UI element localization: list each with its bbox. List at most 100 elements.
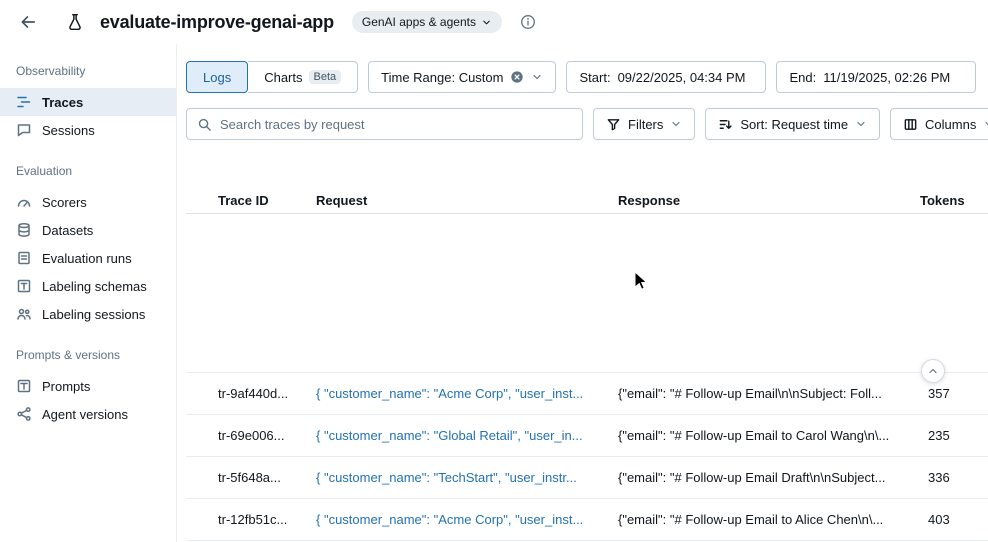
sidebar-item-label: Traces <box>42 95 83 110</box>
sidebar-item-sessions[interactable]: Sessions <box>0 116 176 144</box>
sidebar: Observability Traces Sessions Evaluation… <box>0 44 177 542</box>
filters-button[interactable]: Filters <box>593 108 695 140</box>
filters-label: Filters <box>628 117 663 132</box>
request-cell[interactable]: { "customer_name": "Acme Corp", "user_in… <box>316 386 618 401</box>
start-value: 09/22/2025, 04:34 PM <box>618 70 746 85</box>
sidebar-item-label: Prompts <box>42 379 90 394</box>
sidebar-item-label: Labeling schemas <box>42 279 147 294</box>
sort-icon <box>718 117 733 132</box>
scorers-icon <box>16 194 32 210</box>
request-cell[interactable]: { "customer_name": "TechStart", "user_in… <box>316 470 618 485</box>
tokens-cell: 336 <box>920 470 988 485</box>
chevron-down-icon <box>670 118 682 130</box>
trace-id-cell[interactable]: tr-5f648a... <box>218 470 316 485</box>
start-date-field[interactable]: Start: 09/22/2025, 04:34 PM <box>566 61 766 93</box>
sort-button[interactable]: Sort: Request time <box>705 108 880 140</box>
sidebar-item-labeling-sessions[interactable]: Labeling sessions <box>0 300 176 328</box>
traces-table: Trace ID Request Response Tokens tr-9af4… <box>186 188 988 541</box>
filter-icon <box>606 117 621 132</box>
evaluation-runs-icon <box>16 250 32 266</box>
main-content: Logs Charts Beta Time Range: Custom Star… <box>177 44 988 542</box>
sidebar-item-evaluation-runs[interactable]: Evaluation runs <box>0 244 176 272</box>
end-label: End: <box>789 70 816 85</box>
search-box[interactable] <box>186 108 583 140</box>
tokens-cell: 403 <box>920 512 988 527</box>
search-input[interactable] <box>220 117 572 132</box>
col-header-response[interactable]: Response <box>618 193 920 208</box>
end-value: 11/19/2025, 02:26 PM <box>823 70 950 85</box>
view-tabs: Logs Charts Beta <box>186 61 358 93</box>
sidebar-item-label: Labeling sessions <box>42 307 145 322</box>
table-header-row: Trace ID Request Response Tokens <box>186 188 988 214</box>
columns-label: Columns <box>925 117 976 132</box>
search-icon <box>197 117 212 132</box>
table-row[interactable]: tr-12fb51c... { "customer_name": "Acme C… <box>186 499 988 541</box>
table-row[interactable]: tr-9af440d... { "customer_name": "Acme C… <box>186 373 988 415</box>
col-header-trace-id[interactable]: Trace ID <box>218 193 316 208</box>
sidebar-item-label: Sessions <box>42 123 95 138</box>
traces-icon <box>16 94 32 110</box>
chevron-down-icon <box>855 118 867 130</box>
sidebar-item-datasets[interactable]: Datasets <box>0 216 176 244</box>
clear-time-range-icon[interactable] <box>510 70 524 84</box>
columns-button[interactable]: Columns <box>890 108 988 140</box>
labeling-schemas-icon <box>16 278 32 294</box>
time-range-chip[interactable]: Time Range: Custom <box>368 61 556 93</box>
sessions-icon <box>16 122 32 138</box>
response-cell: {"email": "# Follow-up Email\n\nSubject:… <box>618 386 920 401</box>
labeling-sessions-icon <box>16 306 32 322</box>
experiment-icon <box>66 13 84 31</box>
prompts-icon <box>16 378 32 394</box>
table-empty-space <box>186 214 988 373</box>
col-header-request[interactable]: Request <box>316 193 618 208</box>
page-title: evaluate-improve-genai-app <box>100 12 334 33</box>
sidebar-item-label: Evaluation runs <box>42 251 132 266</box>
chevron-down-icon <box>983 118 988 130</box>
scroll-top-button[interactable] <box>921 359 945 383</box>
table-row[interactable]: tr-5f648a... { "customer_name": "TechSta… <box>186 457 988 499</box>
end-date-field[interactable]: End: 11/19/2025, 02:26 PM <box>776 61 976 93</box>
topbar: evaluate-improve-genai-app GenAI apps & … <box>0 0 988 44</box>
tab-logs[interactable]: Logs <box>186 61 248 93</box>
columns-icon <box>903 117 918 132</box>
sidebar-item-scorers[interactable]: Scorers <box>0 188 176 216</box>
col-header-tokens[interactable]: Tokens <box>920 193 988 208</box>
start-label: Start: <box>579 70 610 85</box>
table-row[interactable]: tr-69e006... { "customer_name": "Global … <box>186 415 988 457</box>
tab-charts[interactable]: Charts Beta <box>248 61 358 93</box>
sidebar-item-label: Scorers <box>42 195 87 210</box>
genai-apps-dropdown[interactable]: GenAI apps & agents <box>352 11 502 33</box>
toolbar-row-1: Logs Charts Beta Time Range: Custom Star… <box>186 61 988 93</box>
response-cell: {"email": "# Follow-up Email to Carol Wa… <box>618 428 920 443</box>
section-observability: Observability <box>0 44 176 88</box>
request-cell[interactable]: { "customer_name": "Global Retail", "use… <box>316 428 618 443</box>
sidebar-item-label: Agent versions <box>42 407 128 422</box>
sidebar-item-prompts[interactable]: Prompts <box>0 372 176 400</box>
chevron-down-icon <box>481 17 492 28</box>
info-icon[interactable] <box>520 14 536 30</box>
tokens-cell: 357 <box>920 386 988 401</box>
sidebar-item-labeling-schemas[interactable]: Labeling schemas <box>0 272 176 300</box>
genai-apps-label: GenAI apps & agents <box>362 15 476 29</box>
chevron-up-icon <box>927 365 939 377</box>
response-cell: {"email": "# Follow-up Email Draft\n\nSu… <box>618 470 920 485</box>
datasets-icon <box>16 222 32 238</box>
beta-badge: Beta <box>309 70 342 84</box>
trace-id-cell[interactable]: tr-9af440d... <box>218 386 316 401</box>
time-range-label: Time Range: Custom <box>381 70 503 85</box>
tokens-cell: 235 <box>920 428 988 443</box>
back-button[interactable] <box>14 8 42 36</box>
chevron-down-icon <box>531 71 543 83</box>
response-cell: {"email": "# Follow-up Email to Alice Ch… <box>618 512 920 527</box>
sidebar-item-agent-versions[interactable]: Agent versions <box>0 400 176 428</box>
request-cell[interactable]: { "customer_name": "Acme Corp", "user_in… <box>316 512 618 527</box>
section-prompts-versions: Prompts & versions <box>0 328 176 372</box>
toolbar-row-2: Filters Sort: Request time Columns <box>186 108 988 140</box>
sidebar-item-label: Datasets <box>42 223 93 238</box>
agent-versions-icon <box>16 406 32 422</box>
trace-id-cell[interactable]: tr-69e006... <box>218 428 316 443</box>
sort-label: Sort: Request time <box>740 117 848 132</box>
tab-logs-label: Logs <box>203 70 231 85</box>
sidebar-item-traces[interactable]: Traces <box>0 88 176 116</box>
trace-id-cell[interactable]: tr-12fb51c... <box>218 512 316 527</box>
